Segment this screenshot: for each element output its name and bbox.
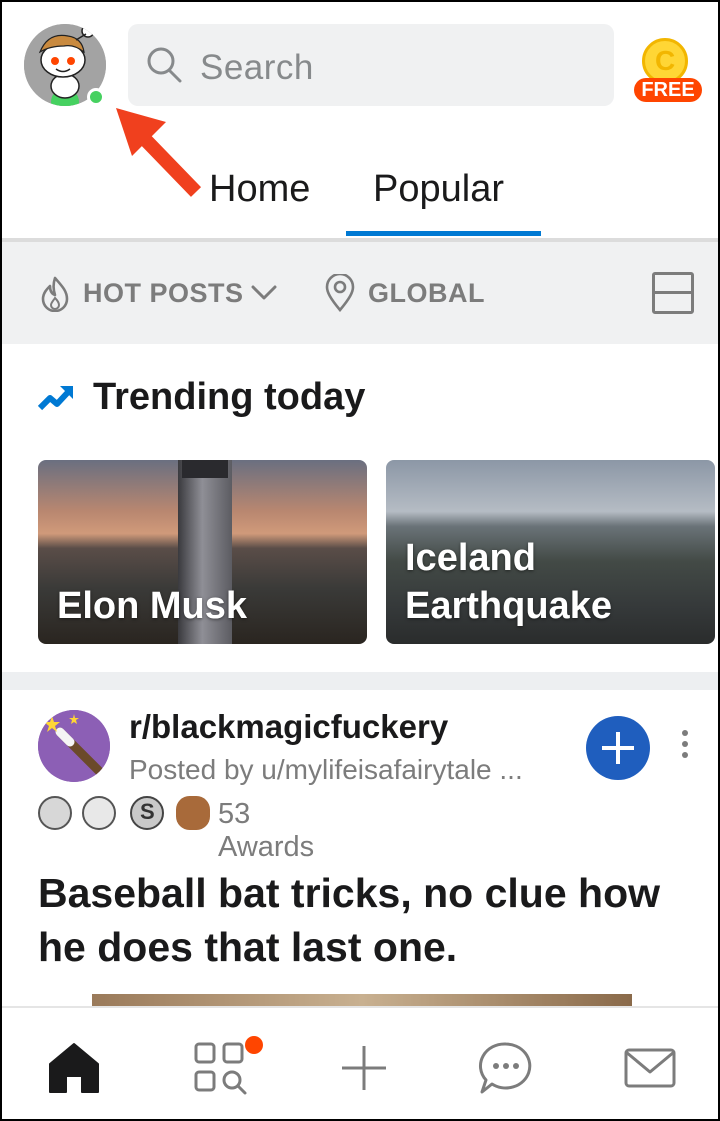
posted-by: Posted by u/mylifeisafairytale ...: [129, 754, 523, 785]
free-badge: FREE: [634, 78, 702, 102]
search-icon: [147, 47, 182, 83]
post-card[interactable]: r/blackmagicfuckery Posted by u/mylifeis…: [2, 690, 718, 1006]
flame-icon: [41, 276, 69, 312]
subreddit-name[interactable]: r/blackmagicfuckery: [129, 708, 448, 746]
trending-title: Trending today: [93, 376, 366, 418]
trending-card-label: Iceland Earthquake: [405, 534, 612, 630]
more-vertical-icon[interactable]: [680, 730, 690, 764]
location-global[interactable]: GLOBAL: [368, 278, 485, 309]
annotation-arrow-icon: [116, 108, 202, 197]
active-tab-indicator: [346, 231, 541, 236]
create-icon[interactable]: [336, 1040, 392, 1096]
award-wholesome-icon: [82, 796, 116, 830]
post-media-preview[interactable]: [92, 994, 632, 1006]
online-status-dot: [87, 88, 105, 106]
post-title[interactable]: Baseball bat tricks, no clue how he does…: [38, 866, 688, 974]
top-header: Search C FREE Home Popular: [2, 2, 718, 238]
app-frame: Search C FREE Home Popular HOT POSTS GLO…: [0, 0, 720, 1121]
trending-card-label-line2: Earthquake: [405, 585, 612, 627]
join-subreddit-button[interactable]: [586, 716, 650, 780]
card-layout-icon[interactable]: [652, 272, 694, 314]
location-pin-icon: [325, 274, 355, 312]
inbox-icon[interactable]: [622, 1040, 678, 1096]
magic-wand-icon: [38, 710, 110, 782]
tab-home[interactable]: Home: [209, 168, 310, 211]
trending-card-iceland-earthquake[interactable]: Iceland Earthquake: [386, 460, 715, 644]
free-coins-button[interactable]: C FREE: [630, 38, 706, 102]
trending-card-elon-musk[interactable]: Elon Musk: [38, 460, 367, 644]
search-placeholder: Search: [200, 48, 314, 87]
award-silver-icon: S: [130, 796, 164, 830]
notification-dot: [245, 1036, 263, 1054]
chevron-down-icon[interactable]: [250, 284, 278, 302]
coin-symbol: C: [655, 45, 676, 76]
browse-icon[interactable]: [192, 1040, 248, 1096]
search-bar[interactable]: Search: [128, 24, 614, 106]
bottom-navigation: [2, 1006, 718, 1119]
award-bear-icon: [176, 796, 210, 830]
home-icon[interactable]: [46, 1040, 102, 1096]
trending-arrow-icon: [38, 386, 73, 411]
trending-card-label-line1: Iceland: [405, 537, 536, 579]
award-count: 53 Awards: [218, 798, 315, 863]
subreddit-avatar[interactable]: [38, 710, 110, 782]
sort-hot-posts[interactable]: HOT POSTS: [83, 278, 244, 309]
tab-popular[interactable]: Popular: [373, 168, 504, 211]
card-image-rocket-top: [182, 460, 228, 478]
chat-icon[interactable]: [478, 1040, 534, 1096]
section-divider: [2, 672, 718, 690]
award-handshake-icon: [38, 796, 72, 830]
trending-card-label: Elon Musk: [57, 585, 248, 627]
sort-bar: HOT POSTS GLOBAL: [2, 238, 718, 344]
trending-section: Trending today Elon Musk Iceland Earthqu…: [2, 344, 718, 672]
